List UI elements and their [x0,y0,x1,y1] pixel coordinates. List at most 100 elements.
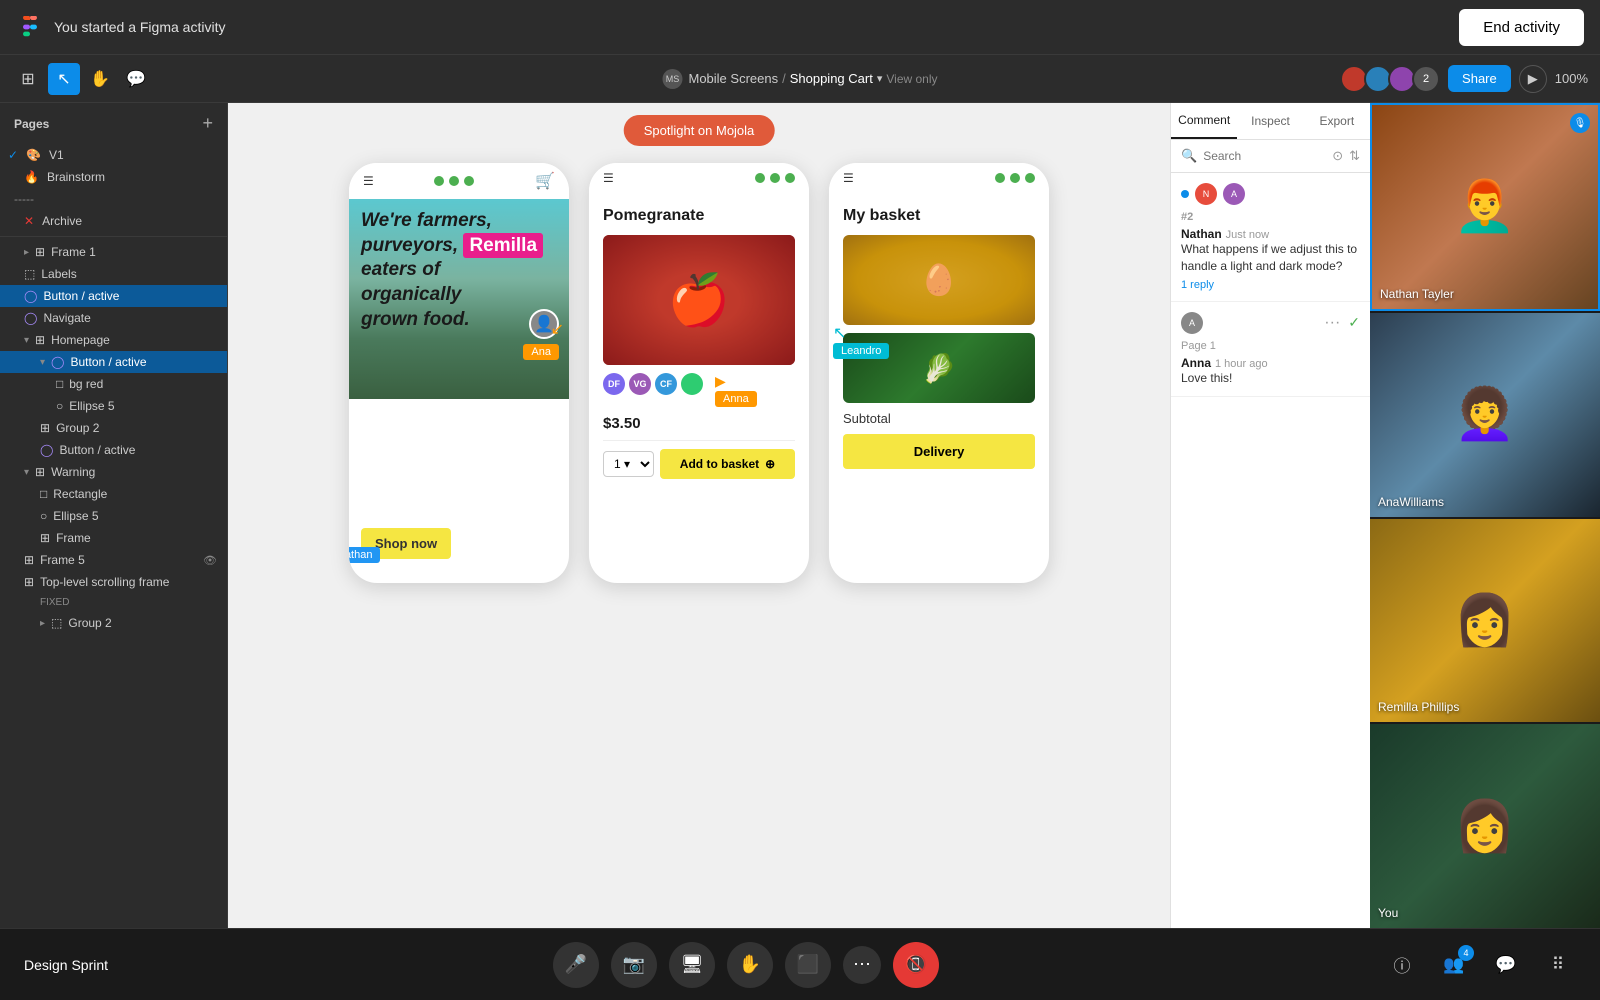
cursor-anna-container: ▶ Anna [715,373,726,395]
layer-button-active-2[interactable]: ▾ ◯ Button / active [0,351,227,373]
people-button[interactable]: 👥 4 [1436,947,1472,983]
layer-frame1[interactable]: ▸ ⊞ Frame 1 [0,241,227,263]
visibility-icon[interactable]: 👁 [203,554,217,567]
add-to-basket-button[interactable]: Add to basket ⊕ [660,449,795,479]
cursor-arrow-ana: ↙ [551,319,564,339]
layer-warning[interactable]: ▾ ⊞ Warning [0,461,227,483]
phone-frame-1[interactable]: ☰ 🛒 We're farmers,purveyors, Remilla eat… [349,163,569,583]
layer-frame-inner[interactable]: ⊞ Frame [0,527,227,549]
page-v1[interactable]: ✓ 🎨 V1 [0,144,227,166]
layer-labels-label: Labels [41,267,76,281]
layer-button-active-1[interactable]: ◯ Button / active [0,285,227,307]
comment-reply-1[interactable]: 1 reply [1181,279,1360,291]
layer-ellipse5b[interactable]: ○ Ellipse 5 [0,505,227,527]
delivery-button[interactable]: Delivery [843,434,1035,469]
tab-export[interactable]: Export [1304,103,1370,139]
zoom-level[interactable]: 100% [1555,71,1588,86]
pages-header: Pages + [0,103,227,144]
dot3 [464,176,474,186]
expand-icon-4: ▾ [24,467,29,478]
more-options-button[interactable]: ⋯ [843,946,881,984]
dot7 [995,173,1005,183]
search-icon: 🔍 [1181,148,1197,164]
tab-inspect[interactable]: Inspect [1237,103,1303,139]
comment-time-2: 1 hour ago [1215,358,1268,370]
breadcrumb-dropdown-button[interactable]: ▾ [877,72,883,85]
comment-1-header: Nathan Just now [1181,227,1360,241]
layer-button-active-1-label: Button / active [43,289,119,303]
canvas-area[interactable]: Spotlight on Mojola ↖ Leandro ☰ 🛒 [228,103,1170,928]
add-page-button[interactable]: + [202,113,213,134]
figma-logo [16,13,44,41]
select-tool-button[interactable]: ↖ [48,63,80,95]
status-dots-3 [995,173,1035,183]
play-button[interactable]: ▶ [1519,65,1547,93]
quantity-select[interactable]: 1 ▾ [603,451,654,477]
breadcrumb-filename[interactable]: Shopping Cart [790,71,873,86]
layer-frame-inner-label: Frame [56,531,91,545]
page-brainstorm[interactable]: 🔥 Brainstorm [0,166,227,188]
breadcrumb-workspace-name: Mobile Screens [688,71,778,86]
layer-button-active-3[interactable]: ◯ Button / active [0,439,227,461]
video-name-nathan: Nathan Tayler [1380,287,1454,301]
phone-frame-3[interactable]: ☰ My basket 🥚 🥬 Subtotal Delivery [829,163,1049,583]
component-icon-4: ◯ [40,443,53,457]
apps-button[interactable]: ⠿ [1540,947,1576,983]
mic-button[interactable]: 🎤 [553,942,599,988]
tab-comment[interactable]: Comment [1171,103,1237,139]
avatar-count: 2 [1412,65,1440,93]
end-activity-button[interactable]: End activity [1459,9,1584,46]
comment-text-1: What happens if we adjust this to handle… [1181,241,1360,275]
comment-tool-button[interactable]: 💬 [120,63,152,95]
layer-ellipse5-label: Ellipse 5 [69,399,114,413]
dot4 [755,173,765,183]
camera-button[interactable]: 📷 [611,942,657,988]
page-v1-label: V1 [49,148,64,162]
sort-icon[interactable]: ⇅ [1349,148,1360,164]
layer-homepage[interactable]: ▾ ⊞ Homepage [0,329,227,351]
layer-button-active-3-label: Button / active [59,443,135,457]
end-call-button[interactable]: 📵 [893,942,939,988]
layer-group2b[interactable]: ▸ ⬚ Group 2 [0,612,227,634]
layer-rectangle[interactable]: □ Rectangle [0,483,227,505]
left-panel: Pages + ✓ 🎨 V1 🔥 Brainstorm ----- ✕ Arch… [0,103,228,928]
comment-more-icon[interactable]: ··· [1324,314,1340,332]
filter-icon[interactable]: ⊙ [1332,148,1343,164]
hand-tool-button[interactable]: ✋ [84,63,116,95]
info-button[interactable]: ⓘ [1384,947,1420,983]
layer-navigate[interactable]: ◯ Navigate [0,307,227,329]
comment-2-actions: ··· ✓ [1324,314,1360,332]
share-button[interactable]: Share [1448,65,1511,92]
layer-group2[interactable]: ⊞ Group 2 [0,417,227,439]
layer-bg-red[interactable]: □ bg red [0,373,227,395]
layer-top-level-label: Top-level scrolling frame [40,575,169,589]
hand-raise-button[interactable]: ✋ [727,942,773,988]
layer-top-level[interactable]: ⊞ Top-level scrolling frame [0,571,227,593]
comment-check-icon[interactable]: ✓ [1348,314,1360,331]
comment-author-anna: Anna [1181,356,1211,370]
comment-search: 🔍 ⊙ ⇅ [1171,140,1370,173]
screen-share-button[interactable]: 🖥 [669,942,715,988]
comment-page-label: Page 1 [1181,340,1360,352]
layer-frame5[interactable]: ⊞ Frame 5 👁 [0,549,227,571]
layer-ellipse5[interactable]: ○ Ellipse 5 [0,395,227,417]
layer-labels[interactable]: ⬚ Labels [0,263,227,285]
remilla-highlight: Remilla [463,233,543,258]
frame-icon-6: ⊞ [24,575,34,589]
layer-bg-red-label: bg red [69,377,103,391]
session-name: Design Sprint [24,957,108,973]
layer-navigate-label: Navigate [43,311,90,325]
present-button[interactable]: ⬛ [785,942,831,988]
video-panel: 👨‍🦰 🎙 Nathan Tayler 👩‍🦱 AnaWilliams 👩 Re… [1370,103,1600,928]
frame-icon: ⊞ [35,245,45,259]
page-archive[interactable]: ✕ Archive [0,210,227,232]
expand-icon-3: ▾ [40,357,45,368]
spotlight-banner[interactable]: Spotlight on Mojola [624,115,775,146]
component-icon-2: ◯ [24,311,37,325]
comment-search-input[interactable] [1203,149,1326,163]
chat-button[interactable]: 💬 [1488,947,1524,983]
avatar-nathan: N [1195,183,1217,205]
grid-tool-button[interactable]: ⊞ [12,63,44,95]
video-bg-nathan: 👨‍🦰 [1372,105,1598,309]
phone-frame-2[interactable]: ☰ Pomegranate 🍎 DF [589,163,809,583]
